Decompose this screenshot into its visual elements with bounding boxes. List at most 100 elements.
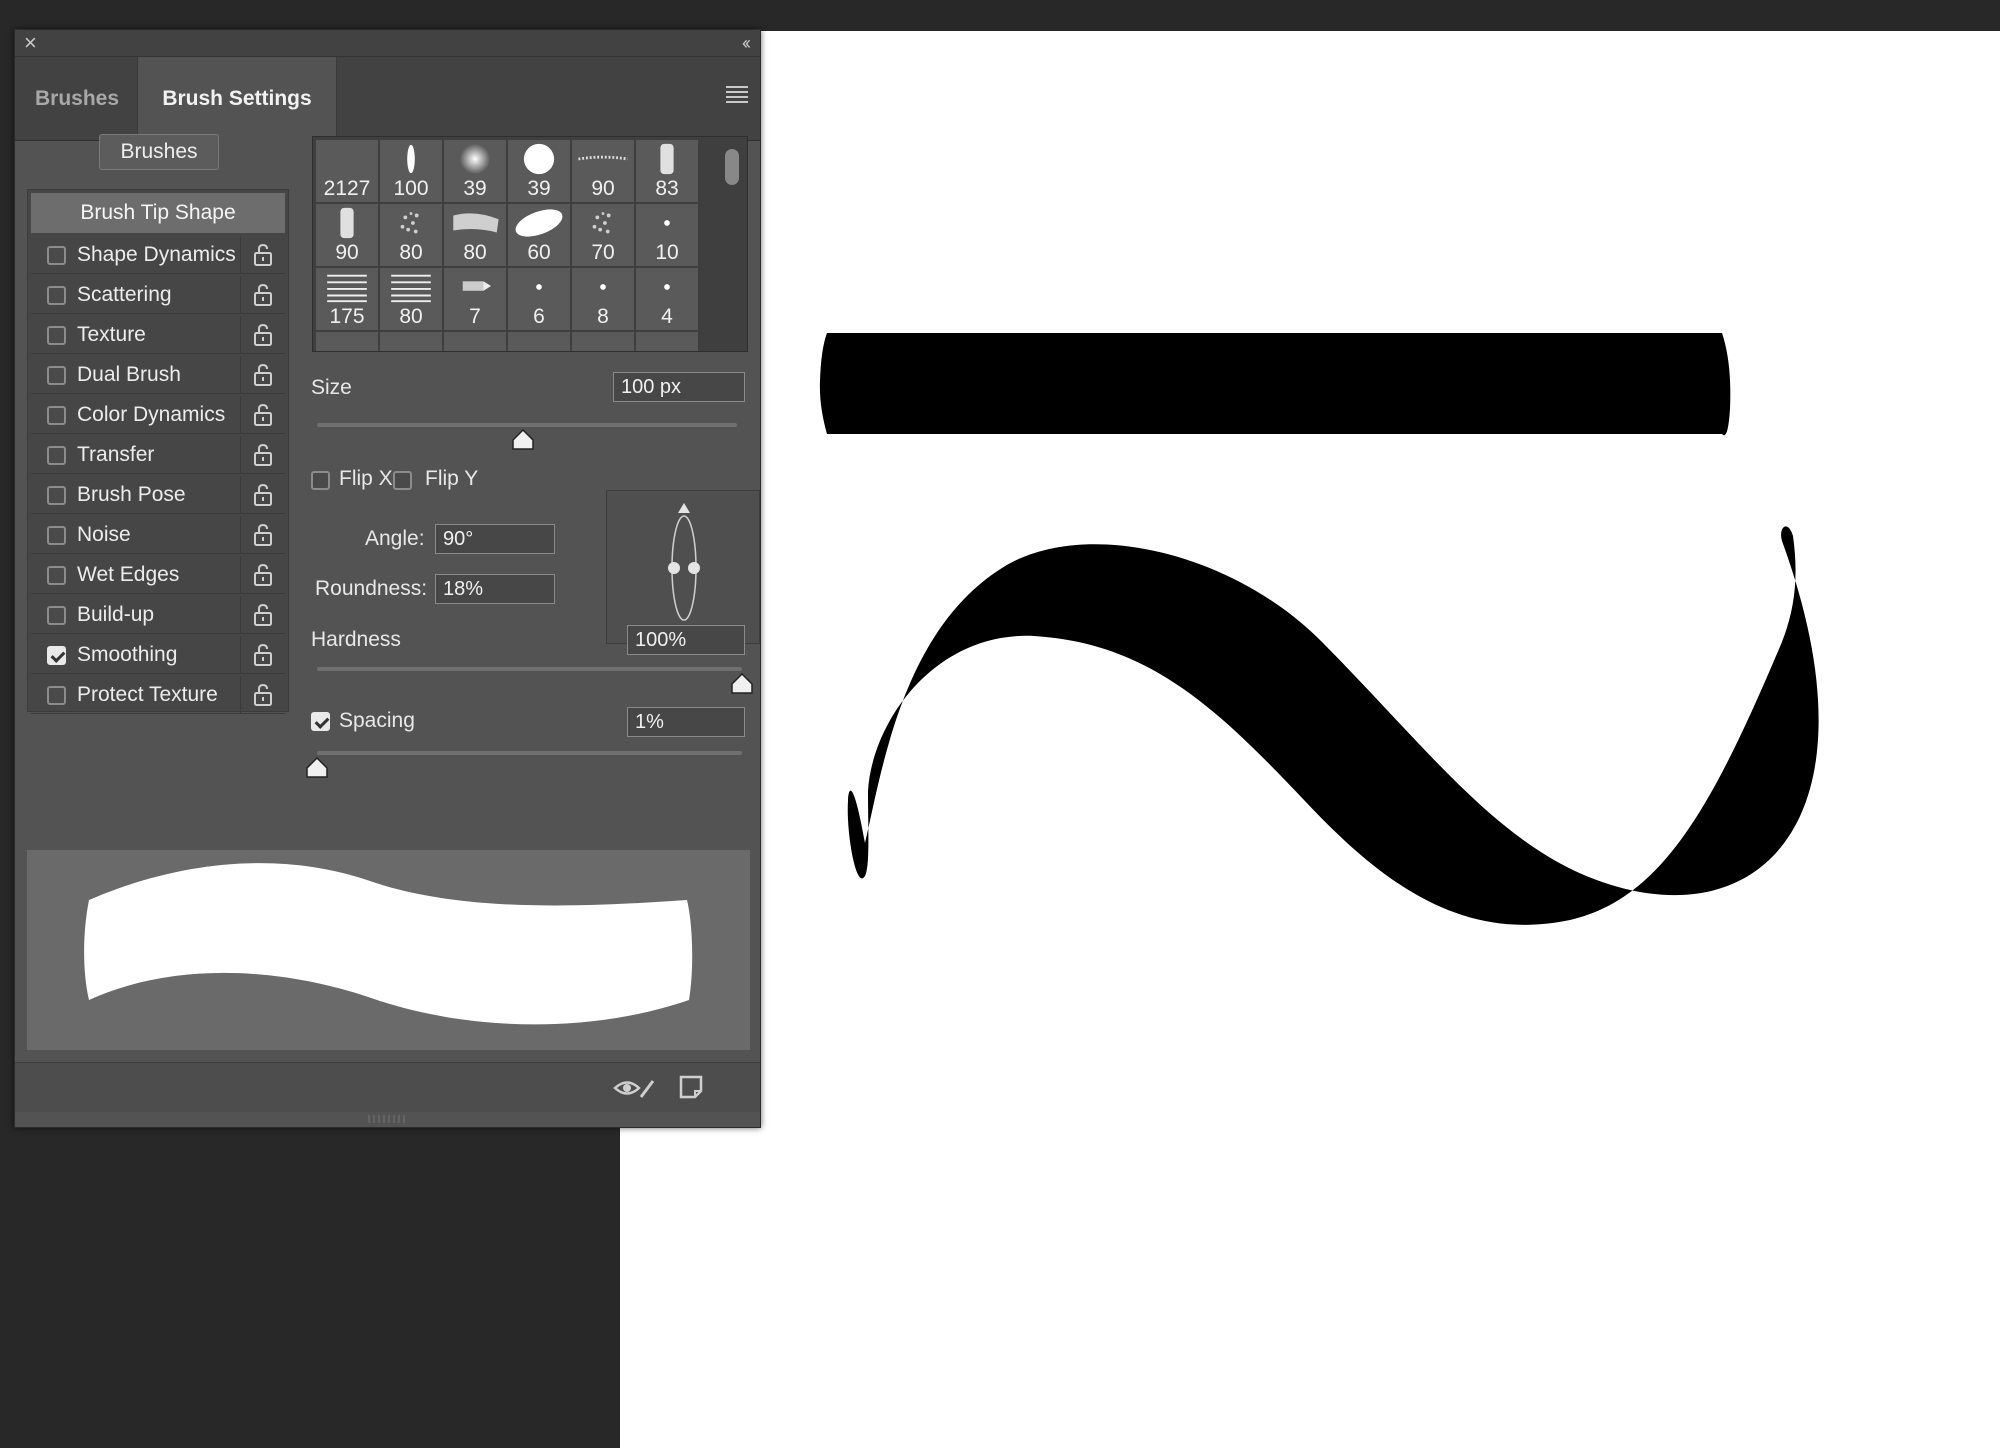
new-preset-icon[interactable]	[677, 1073, 705, 1101]
option-label: Dual Brush	[77, 363, 181, 386]
flip-x-checkbox[interactable]	[311, 471, 330, 490]
resize-grip-icon[interactable]	[365, 1112, 409, 1126]
option-checkbox[interactable]	[47, 646, 66, 665]
spacing-slider-track[interactable]	[317, 751, 742, 755]
panel-footer	[15, 1062, 760, 1112]
option-row[interactable]: Noise	[31, 516, 285, 554]
lock-icon[interactable]	[253, 283, 273, 307]
lock-icon[interactable]	[253, 603, 273, 627]
option-checkbox[interactable]	[47, 486, 66, 505]
lock-icon[interactable]	[253, 643, 273, 667]
tab-brushes[interactable]: Brushes	[35, 57, 135, 141]
brush-preset[interactable]	[636, 332, 698, 351]
spacing-checkbox[interactable]	[311, 712, 330, 731]
brush-preset[interactable]	[508, 332, 570, 351]
option-row[interactable]: Shape Dynamics	[31, 236, 285, 274]
collapse-icon[interactable]: ‹‹	[742, 32, 751, 54]
size-slider-thumb[interactable]	[512, 429, 534, 451]
panel-titlebar[interactable]: × ‹‹	[15, 30, 760, 57]
option-checkbox[interactable]	[47, 406, 66, 425]
brush-preset[interactable]: 83	[636, 140, 698, 202]
lock-icon[interactable]	[253, 243, 273, 267]
lock-icon[interactable]	[253, 563, 273, 587]
option-label: Transfer	[77, 443, 155, 466]
preset-size: 6	[533, 305, 545, 328]
preview-stroke	[84, 863, 693, 1025]
brush-preset[interactable]: 90	[572, 140, 634, 202]
size-slider-track[interactable]	[317, 423, 737, 427]
option-label: Brush Pose	[77, 483, 186, 506]
panel-menu-icon[interactable]	[726, 86, 748, 103]
spacing-slider-thumb[interactable]	[306, 757, 328, 779]
brush-preset[interactable]	[316, 332, 378, 351]
option-row[interactable]: Transfer	[31, 436, 285, 474]
option-checkbox[interactable]	[47, 566, 66, 585]
brush-preset[interactable]: 8	[572, 268, 634, 330]
brush-preset[interactable]: 7	[444, 268, 506, 330]
lock-icon[interactable]	[253, 523, 273, 547]
brush-preset[interactable]: 6	[508, 268, 570, 330]
option-checkbox[interactable]	[47, 446, 66, 465]
brush-preset[interactable]: 39	[444, 140, 506, 202]
angle-field[interactable]: 90°	[435, 524, 555, 554]
brush-preset[interactable]: 90	[316, 204, 378, 266]
brush-tip-icon	[515, 209, 563, 237]
brushes-button[interactable]: Brushes	[99, 134, 219, 170]
tab-brush-settings[interactable]: Brush Settings	[137, 57, 337, 142]
option-label: Wet Edges	[77, 563, 180, 586]
option-checkbox[interactable]	[47, 686, 66, 705]
hardness-slider-thumb[interactable]	[731, 673, 753, 695]
brush-preset[interactable]: 10	[636, 204, 698, 266]
option-checkbox[interactable]	[47, 526, 66, 545]
option-checkbox[interactable]	[47, 286, 66, 305]
option-row[interactable]: Color Dynamics	[31, 396, 285, 434]
brush-preset[interactable]	[380, 332, 442, 351]
lock-icon[interactable]	[253, 323, 273, 347]
flip-y-label: Flip Y	[425, 467, 479, 490]
brush-preset[interactable]: 175	[316, 268, 378, 330]
option-checkbox[interactable]	[47, 246, 66, 265]
brush-preset[interactable]	[572, 332, 634, 351]
brush-preset[interactable]: 39	[508, 140, 570, 202]
preset-grid-scrollbar[interactable]	[725, 149, 739, 185]
option-checkbox[interactable]	[47, 606, 66, 625]
brush-tip-icon	[327, 274, 367, 303]
option-checkbox[interactable]	[47, 326, 66, 345]
brush-preset[interactable]: 80	[444, 204, 506, 266]
option-brush-tip-shape[interactable]: Brush Tip Shape	[31, 193, 285, 233]
brush-preset[interactable]: 2127	[316, 140, 378, 202]
option-row[interactable]: Wet Edges	[31, 556, 285, 594]
eye-brush-icon[interactable]	[613, 1075, 655, 1101]
brush-tip-icon	[316, 142, 378, 176]
spacing-field[interactable]: 1%	[627, 707, 745, 737]
hardness-field[interactable]: 100%	[627, 625, 745, 655]
lock-icon[interactable]	[253, 363, 273, 387]
brush-preset[interactable]: 80	[380, 204, 442, 266]
option-row[interactable]: Scattering	[31, 276, 285, 314]
brush-preset[interactable]	[444, 332, 506, 351]
option-row[interactable]: Dual Brush	[31, 356, 285, 394]
option-row[interactable]: Brush Pose	[31, 476, 285, 514]
lock-icon[interactable]	[253, 403, 273, 427]
lock-icon[interactable]	[253, 443, 273, 467]
preset-size: 175	[329, 305, 365, 328]
hardness-slider-track[interactable]	[317, 667, 742, 671]
flip-y-checkbox[interactable]	[393, 471, 412, 490]
option-row[interactable]: Texture	[31, 316, 285, 354]
option-row[interactable]: Build-up	[31, 596, 285, 634]
brush-preset[interactable]: 80	[380, 268, 442, 330]
close-icon[interactable]: ×	[24, 31, 37, 55]
option-row[interactable]: Smoothing	[31, 636, 285, 674]
roundness-field[interactable]: 18%	[435, 574, 555, 604]
angle-roundness-widget[interactable]	[606, 490, 760, 644]
brush-preset[interactable]: 70	[572, 204, 634, 266]
size-field[interactable]: 100 px	[613, 372, 745, 402]
document-canvas[interactable]	[620, 31, 2000, 1448]
option-row[interactable]: Protect Texture	[31, 676, 285, 714]
brush-preset[interactable]: 4	[636, 268, 698, 330]
lock-icon[interactable]	[253, 483, 273, 507]
lock-icon[interactable]	[253, 683, 273, 707]
brush-preset[interactable]: 100	[380, 140, 442, 202]
option-checkbox[interactable]	[47, 366, 66, 385]
brush-preset[interactable]: 60	[508, 204, 570, 266]
